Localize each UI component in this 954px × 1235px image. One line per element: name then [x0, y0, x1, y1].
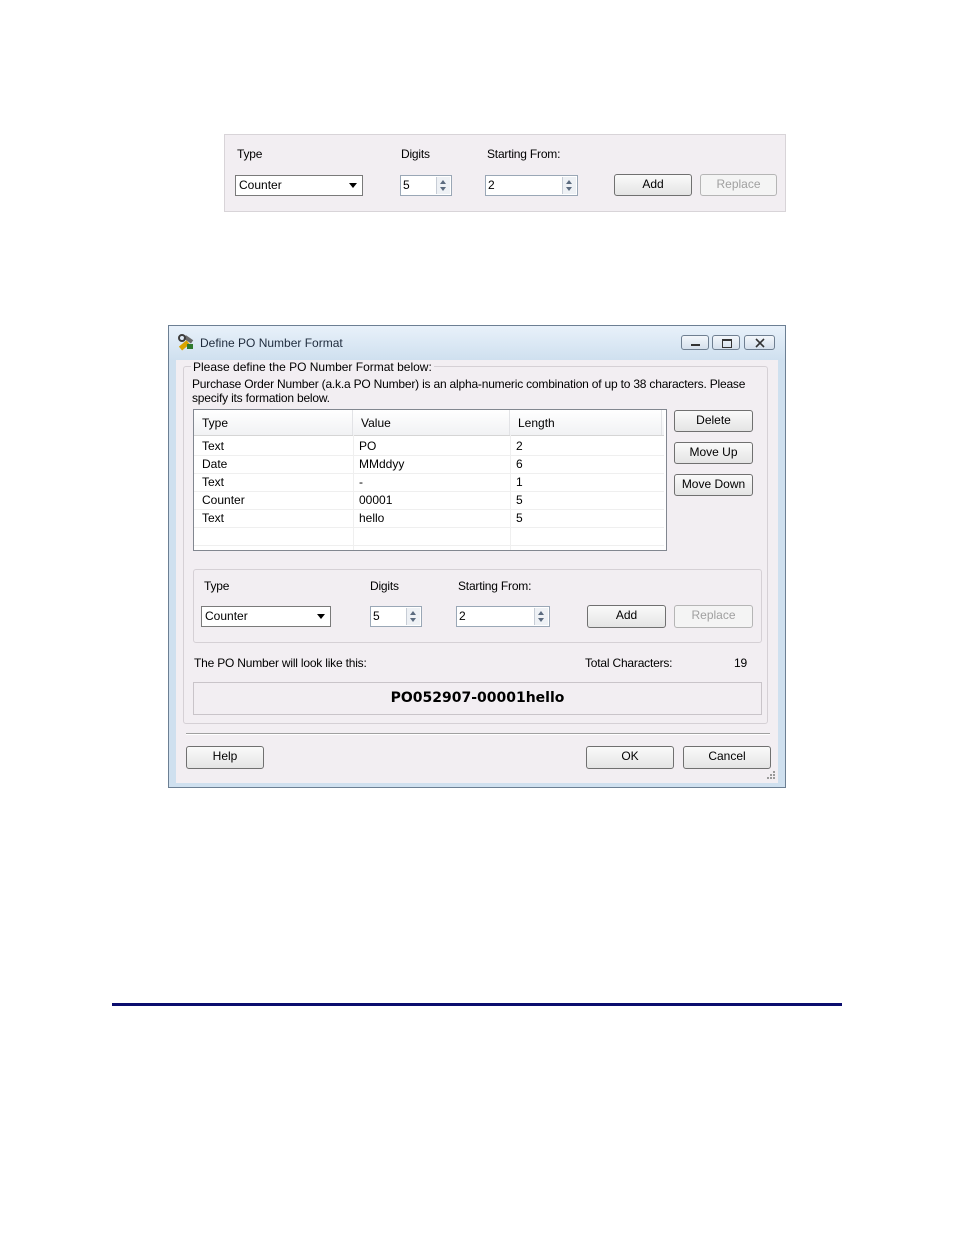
- replace-button[interactable]: Replace: [674, 605, 753, 628]
- row-value: hello: [359, 511, 385, 525]
- row-length: 1: [516, 475, 523, 489]
- table-row[interactable]: Text hello 5: [194, 509, 664, 527]
- digits-value: 5: [373, 609, 380, 623]
- starting-from-stepper[interactable]: 2: [456, 606, 550, 627]
- starting-from-value: 2: [459, 609, 466, 623]
- digits-value: 5: [403, 178, 410, 192]
- row-value: PO: [359, 439, 377, 453]
- spin-down-icon[interactable]: [440, 187, 446, 191]
- row-value: -: [359, 475, 363, 489]
- row-divider: [194, 545, 664, 546]
- delete-button[interactable]: Delete: [674, 410, 753, 432]
- type-dropdown-value: Counter: [205, 609, 248, 623]
- table-row[interactable]: Counter 00001 5: [194, 491, 664, 509]
- column-header-type[interactable]: Type: [194, 410, 353, 435]
- close-icon: [755, 338, 765, 348]
- list-header: Type Value Length: [194, 410, 664, 436]
- spin-down-icon[interactable]: [566, 187, 572, 191]
- add-button[interactable]: Add: [614, 174, 692, 196]
- total-characters-label: Total Characters:: [585, 656, 673, 670]
- resize-grip-icon[interactable]: [766, 770, 776, 780]
- row-length: 5: [516, 493, 523, 507]
- row-type: Text: [202, 511, 225, 525]
- row-length: 5: [516, 511, 523, 525]
- group-legend: Please define the PO Number Format below…: [191, 360, 434, 374]
- starting-from-value: 2: [488, 178, 495, 192]
- move-down-button[interactable]: Move Down: [674, 474, 753, 496]
- row-length: 2: [516, 439, 523, 453]
- maximize-icon: [722, 339, 732, 348]
- digits-label: Digits: [370, 579, 399, 593]
- app-tools-icon: [178, 334, 194, 351]
- description-text: Purchase Order Number (a.k.a PO Number) …: [192, 377, 746, 405]
- column-header-length[interactable]: Length: [510, 410, 662, 435]
- window-title: Define PO Number Format: [200, 336, 343, 350]
- table-row[interactable]: Date MMddyy 6: [194, 455, 664, 473]
- row-type: Text: [202, 475, 225, 489]
- format-editor-snippet: Type Digits Starting From: Counter 5 2 A…: [224, 134, 786, 212]
- preview-label: The PO Number will look like this:: [194, 656, 367, 670]
- spin-buttons[interactable]: [436, 177, 450, 194]
- table-row[interactable]: Text PO 2: [194, 437, 664, 455]
- chevron-down-icon: [349, 183, 357, 188]
- dialog-content: Please define the PO Number Format below…: [176, 360, 778, 783]
- type-label: Type: [204, 579, 230, 593]
- add-button[interactable]: Add: [587, 605, 666, 628]
- starting-from-label: Starting From:: [458, 579, 532, 593]
- spin-up-icon[interactable]: [410, 611, 416, 615]
- row-value: MMddyy: [359, 457, 405, 471]
- starting-from-label: Starting From:: [487, 147, 561, 161]
- column-header-value[interactable]: Value: [353, 410, 510, 435]
- spin-up-icon[interactable]: [566, 180, 572, 184]
- spin-down-icon[interactable]: [410, 618, 416, 622]
- replace-button[interactable]: Replace: [700, 174, 777, 196]
- row-type: Date: [202, 457, 228, 471]
- spin-up-icon[interactable]: [440, 180, 446, 184]
- move-up-button[interactable]: Move Up: [674, 442, 753, 464]
- starting-from-stepper[interactable]: 2: [485, 175, 578, 196]
- digits-stepper[interactable]: 5: [400, 175, 452, 196]
- ok-button[interactable]: OK: [586, 746, 674, 769]
- type-dropdown[interactable]: Counter: [235, 175, 363, 196]
- type-dropdown-value: Counter: [239, 178, 282, 192]
- format-list[interactable]: Type Value Length Text PO 2 Date MMddyy …: [193, 409, 667, 551]
- cancel-button[interactable]: Cancel: [683, 746, 771, 769]
- page-divider: [112, 1003, 842, 1006]
- table-row[interactable]: Text - 1: [194, 473, 664, 491]
- digits-label: Digits: [401, 147, 430, 161]
- maximize-button[interactable]: [712, 335, 740, 350]
- chevron-down-icon: [317, 614, 325, 619]
- digits-stepper[interactable]: 5: [370, 606, 422, 627]
- minimize-button[interactable]: [681, 335, 709, 350]
- help-button[interactable]: Help: [186, 746, 264, 769]
- spin-buttons[interactable]: [406, 608, 420, 625]
- define-po-number-format-dialog: Define PO Number Format Please define th…: [168, 325, 786, 788]
- row-divider: [194, 527, 664, 528]
- type-label: Type: [237, 147, 263, 161]
- row-length: 6: [516, 457, 523, 471]
- po-number-preview: PO052907-00001hello: [193, 682, 762, 715]
- row-value: 00001: [359, 493, 393, 507]
- minimize-icon: [691, 344, 700, 346]
- footer-separator: [186, 733, 770, 735]
- total-characters-value: 19: [734, 656, 747, 670]
- spin-down-icon[interactable]: [538, 618, 544, 622]
- spin-buttons[interactable]: [562, 177, 576, 194]
- spin-up-icon[interactable]: [538, 611, 544, 615]
- title-bar: Define PO Number Format: [169, 326, 785, 360]
- row-type: Text: [202, 439, 225, 453]
- type-dropdown[interactable]: Counter: [201, 606, 331, 627]
- row-type: Counter: [202, 493, 245, 507]
- spin-buttons[interactable]: [534, 608, 548, 625]
- close-button[interactable]: [744, 335, 775, 350]
